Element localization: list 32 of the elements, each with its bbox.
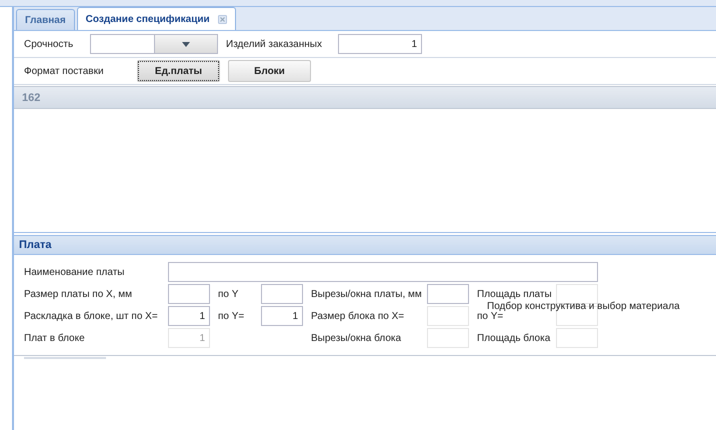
field-label: Вырезы/окна блока <box>310 332 402 344</box>
urgency-dropdown[interactable] <box>90 34 218 54</box>
field-label: по Y <box>217 288 240 300</box>
input-field[interactable] <box>168 262 598 282</box>
quantity-field[interactable]: 1 <box>338 34 422 54</box>
field-label: Размер блока по X= <box>310 310 406 322</box>
field-label: Наименование платы <box>24 266 126 278</box>
input-field[interactable]: 1 <box>261 306 303 326</box>
close-icon[interactable] <box>218 14 227 24</box>
field-label: по Y= <box>476 310 504 322</box>
input-field[interactable] <box>261 284 303 304</box>
field-label: Размер платы по X, мм <box>24 288 134 300</box>
urgency-label: Срочность <box>24 38 74 50</box>
hint-text: Подбор конструктива и выбор материала <box>487 301 680 312</box>
input-field[interactable]: 1 <box>168 306 210 326</box>
field-label: Вырезы/окна платы, мм <box>310 288 423 300</box>
input-field[interactable] <box>427 284 469 304</box>
tab[interactable]: Создание спецификации <box>76 7 236 30</box>
grid-header: 162 <box>14 86 716 109</box>
field-label: по Y= <box>217 310 246 322</box>
tab[interactable]: Главная <box>16 9 75 30</box>
quantity-label: Изделий заказанных <box>226 38 323 50</box>
panel-title: Плата <box>14 235 716 255</box>
format-button[interactable]: Ед.платы <box>137 60 220 82</box>
chevron-down-icon <box>182 42 190 46</box>
format-label: Формат поставки <box>24 66 105 76</box>
field-label: Раскладка в блоке, шт по X= <box>24 310 159 322</box>
field-label: Плат в блоке <box>24 332 86 344</box>
format-button[interactable]: Блоки <box>228 60 311 82</box>
input-field[interactable] <box>168 284 210 304</box>
field-label: Площадь платы <box>476 288 553 300</box>
field-label: Площадь блока <box>476 332 552 344</box>
